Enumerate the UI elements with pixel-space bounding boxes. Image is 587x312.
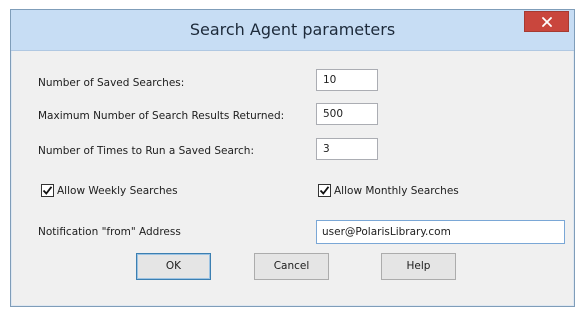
- times-to-run-input[interactable]: 3: [316, 138, 378, 160]
- monthly-searches-option[interactable]: Allow Monthly Searches: [318, 184, 459, 197]
- notification-address-input[interactable]: user@PolarisLibrary.com: [316, 220, 565, 244]
- saved-searches-label: Number of Saved Searches:: [38, 77, 185, 89]
- max-results-label: Maximum Number of Search Results Returne…: [38, 110, 285, 122]
- saved-searches-input[interactable]: 10: [316, 69, 378, 91]
- max-results-input[interactable]: 500: [316, 103, 378, 125]
- notification-address-label: Notification "from" Address: [38, 226, 181, 238]
- monthly-searches-checkbox[interactable]: [318, 184, 331, 197]
- checkmark-icon: [319, 186, 330, 195]
- times-to-run-label: Number of Times to Run a Saved Search:: [38, 145, 254, 157]
- monthly-searches-label: Allow Monthly Searches: [334, 184, 459, 197]
- help-button[interactable]: Help: [381, 253, 456, 280]
- title-bar[interactable]: Search Agent parameters: [11, 10, 574, 51]
- dialog-title: Search Agent parameters: [189, 20, 396, 39]
- weekly-searches-label: Allow Weekly Searches: [57, 184, 178, 197]
- close-icon: [541, 16, 552, 27]
- checkmark-icon: [42, 186, 53, 195]
- weekly-searches-option[interactable]: Allow Weekly Searches: [41, 184, 178, 197]
- cancel-button[interactable]: Cancel: [254, 253, 329, 280]
- weekly-searches-checkbox[interactable]: [41, 184, 54, 197]
- search-agent-dialog: Search Agent parameters Number of Saved …: [10, 9, 575, 307]
- ok-button[interactable]: OK: [136, 253, 211, 280]
- close-button[interactable]: [524, 11, 569, 32]
